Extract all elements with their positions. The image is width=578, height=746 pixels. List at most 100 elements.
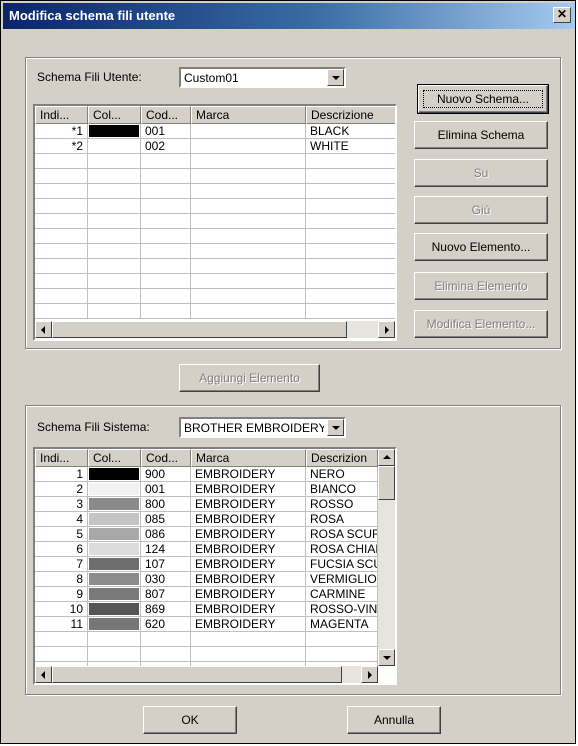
color-swatch-cell [88,527,141,542]
cell-brand: EMBROIDERY [191,497,306,512]
cell-index: 4 [35,512,88,527]
edit-element-button[interactable]: Modifica Elemento... [414,310,548,338]
column-header[interactable]: Cod... [141,449,191,467]
cell-brand: EMBROIDERY [191,467,306,482]
close-button[interactable]: ✕ [553,7,571,23]
empty-cell [191,169,306,184]
system-scheme-select[interactable]: BROTHER EMBROIDERY [179,417,346,438]
scroll-up-button[interactable] [378,449,395,466]
empty-cell [141,304,191,319]
ok-button[interactable]: OK [143,706,237,734]
empty-cell [141,289,191,304]
cell-brand: EMBROIDERY [191,542,306,557]
title-bar[interactable]: Modifica schema fili utente ✕ [3,3,575,29]
cell-desc: ROSA [306,512,378,527]
empty-cell [191,184,306,199]
scroll-left-button[interactable] [35,666,52,683]
chevron-down-icon[interactable] [327,419,344,436]
new-element-button[interactable]: Nuovo Elemento... [414,233,548,261]
scroll-left-button[interactable] [35,321,52,338]
color-swatch-cell [88,467,141,482]
empty-cell [141,184,191,199]
color-swatch [89,618,139,630]
empty-cell [306,214,395,229]
arrow-left-icon [41,326,45,334]
empty-cell [191,214,306,229]
cell-code: 107 [141,557,191,572]
empty-cell [141,632,191,647]
empty-cell [88,304,141,319]
column-header[interactable]: Indi... [35,106,88,124]
cell-brand: EMBROIDERY [191,587,306,602]
color-swatch [89,588,139,600]
arrow-down-icon [383,656,391,660]
color-swatch [89,573,139,585]
up-button[interactable]: Su [414,159,548,187]
system-thread-list[interactable]: Indi... Col... Cod... Marca Descrizion 1 900 E… [33,447,397,685]
cell-code: 001 [141,482,191,497]
scroll-right-button[interactable] [378,321,395,338]
user-scheme-label: Schema Fili Utente: [37,70,142,84]
column-header[interactable]: Cod... [141,106,191,124]
new-scheme-button[interactable]: Nuovo Schema... [417,84,549,114]
empty-cell [35,304,88,319]
empty-cell [141,647,191,662]
column-header[interactable]: Col... [88,106,141,124]
color-swatch [89,603,139,615]
color-swatch-cell [88,512,141,527]
cell-brand: EMBROIDERY [191,617,306,632]
user-thread-list[interactable]: Indi... Col... Cod... Marca Descrizione *1 00… [33,104,397,341]
scroll-thumb[interactable] [378,466,395,500]
scroll-thumb[interactable] [52,321,347,338]
cell-code: 800 [141,497,191,512]
empty-cell [88,199,141,214]
empty-cell [141,274,191,289]
down-button[interactable]: Giù [414,196,548,224]
delete-scheme-button[interactable]: Elimina Schema [414,121,548,149]
add-element-button[interactable]: Aggiungi Elemento [179,364,320,392]
empty-cell [306,184,395,199]
system-list-vscrollbar[interactable] [378,449,395,666]
column-header[interactable]: Indi... [35,449,88,467]
cell-desc: ROSA SCURO [306,527,378,542]
scroll-down-button[interactable] [378,649,395,666]
empty-cell [88,274,141,289]
scroll-thumb[interactable] [52,666,342,683]
color-swatch-cell [88,587,141,602]
empty-cell [306,199,395,214]
cell-brand: EMBROIDERY [191,512,306,527]
color-swatch-cell [88,139,141,154]
cell-desc: ROSSO-VINO [306,602,378,617]
empty-cell [141,214,191,229]
cell-code: 030 [141,572,191,587]
user-scheme-selected: Custom01 [184,71,239,85]
cell-index: 2 [35,482,88,497]
cell-index: 3 [35,497,88,512]
cell-brand: EMBROIDERY [191,572,306,587]
empty-cell [191,259,306,274]
empty-cell [306,244,395,259]
column-header[interactable]: Col... [88,449,141,467]
delete-element-button[interactable]: Elimina Elemento [414,272,548,300]
system-scheme-selected: BROTHER EMBROIDERY [184,421,324,435]
color-swatch [89,543,139,555]
empty-cell [35,289,88,304]
cancel-button[interactable]: Annulla [347,706,441,734]
column-header[interactable]: Marca [191,106,306,124]
empty-cell [306,647,378,662]
scroll-right-button[interactable] [361,666,378,683]
system-scheme-label: Schema Fili Sistema: [37,420,150,434]
user-list-hscrollbar[interactable] [35,321,395,338]
empty-cell [306,274,395,289]
column-header[interactable]: Marca [191,449,306,467]
column-header[interactable]: Descrizion [306,449,378,467]
column-header[interactable]: Descrizione [306,106,395,124]
system-list-hscrollbar[interactable] [35,666,378,683]
cell-desc: BIANCO [306,482,378,497]
chevron-down-icon[interactable] [327,69,344,86]
user-scheme-select[interactable]: Custom01 [179,67,346,88]
empty-cell [191,229,306,244]
empty-cell [35,214,88,229]
cell-desc: ROSA CHIARO [306,542,378,557]
cell-index: 11 [35,617,88,632]
